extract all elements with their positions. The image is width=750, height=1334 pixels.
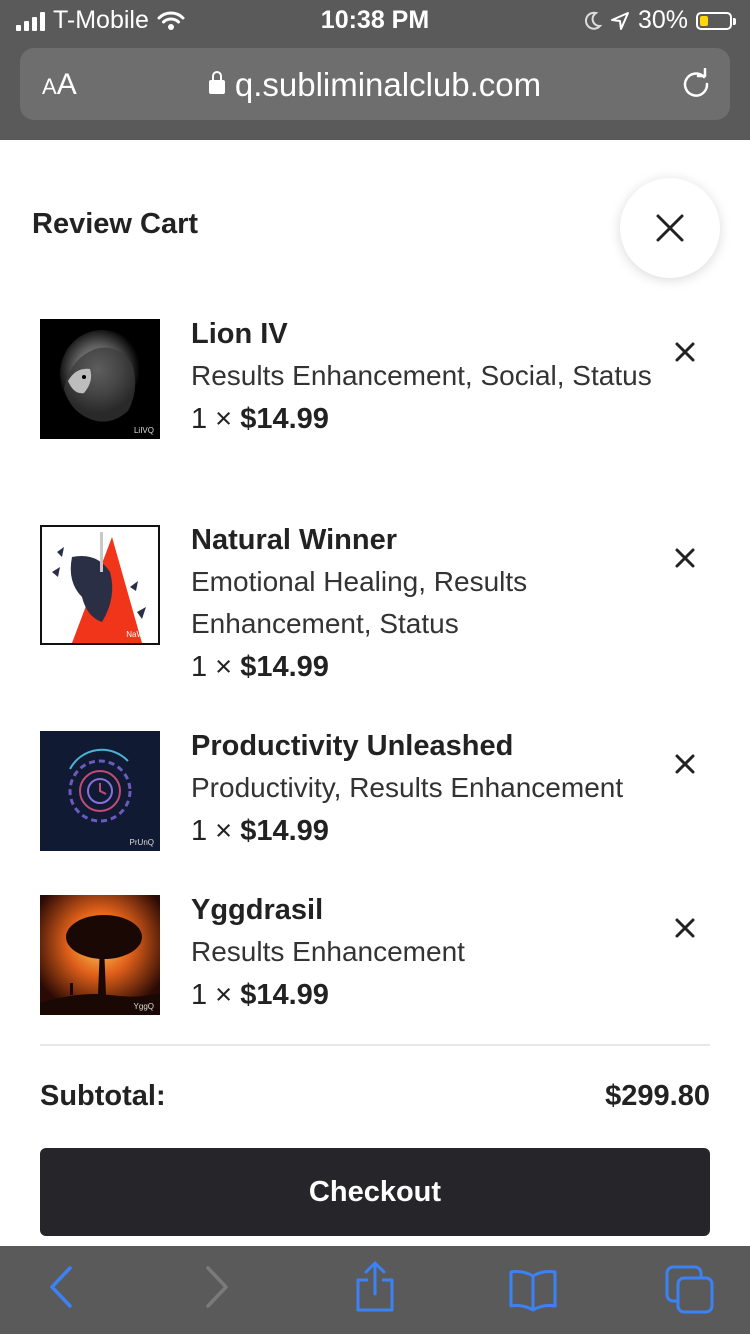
item-categories: Productivity, Results Enhancement: [191, 772, 624, 803]
thumbnail-code: PrUnQ: [129, 838, 154, 847]
product-thumbnail: YggQ: [40, 895, 160, 1015]
thumbnail-code: NaWiQ: [126, 630, 152, 639]
divider: [40, 1044, 710, 1046]
item-categories: Results Enhancement, Social, Status: [191, 360, 652, 391]
checkout-button[interactable]: Checkout: [40, 1148, 710, 1236]
item-name[interactable]: Productivity Unleashed: [191, 729, 671, 763]
item-price: 1 × $14.99: [191, 651, 329, 683]
item-price: 1 × $14.99: [191, 403, 329, 435]
cart-item: PrUnQ Productivity Unleashed Productivit…: [40, 729, 710, 861]
lock-icon: [208, 71, 225, 94]
lion-artwork: [60, 330, 144, 422]
book-icon[interactable]: [508, 1268, 558, 1312]
tree-artwork: [40, 895, 160, 1015]
chevron-right-icon[interactable]: [202, 1264, 232, 1310]
item-categories: Results Enhancement: [191, 936, 465, 967]
battery-percent: 30%: [637, 6, 688, 34]
thumbnail-code: LiIVQ: [133, 426, 154, 435]
item-info: Productivity Unleashed Productivity, Res…: [191, 729, 671, 851]
remove-item-button[interactable]: [672, 751, 698, 777]
item-price: 1 × $14.99: [191, 979, 329, 1011]
item-name[interactable]: Yggdrasil: [191, 893, 671, 927]
item-name[interactable]: Natural Winner: [191, 523, 671, 557]
browser-header: AA q.subliminalclub.com: [0, 40, 750, 140]
browser-toolbar: [0, 1246, 750, 1334]
subtotal-label: Subtotal:: [40, 1080, 166, 1112]
product-thumbnail: NaWiQ: [40, 525, 160, 645]
location-icon: [610, 11, 629, 30]
item-info: Lion IV Results Enhancement, Social, Sta…: [191, 317, 671, 439]
close-cart-button[interactable]: [620, 178, 720, 278]
battery-fill: [700, 15, 708, 26]
product-thumbnail: LiIVQ: [40, 319, 160, 439]
gear-clock-artwork: [68, 748, 132, 823]
battery-icon: [696, 11, 736, 30]
thumbnail-code: YggQ: [133, 1002, 154, 1011]
cart-item: YggQ Yggdrasil Results Enhancement 1 × $…: [40, 893, 710, 1025]
page-title: Review Cart: [32, 208, 199, 240]
product-thumbnail: PrUnQ: [40, 731, 160, 851]
url-text: q.subliminalclub.com: [234, 66, 542, 103]
share-icon[interactable]: [354, 1260, 396, 1314]
item-price: 1 × $14.99: [191, 815, 329, 847]
remove-item-button[interactable]: [672, 339, 698, 365]
item-info: Natural Winner Emotional Healing, Result…: [191, 523, 671, 687]
item-name[interactable]: Lion IV: [191, 317, 671, 351]
chevron-left-icon[interactable]: [46, 1264, 76, 1310]
address-bar[interactable]: AA q.subliminalclub.com: [20, 48, 730, 120]
cart-item: LiIVQ Lion IV Results Enhancement, Socia…: [40, 317, 710, 489]
cart-item: NaWiQ Natural Winner Emotional Healing, …: [40, 523, 710, 695]
close-icon: [656, 214, 684, 242]
reload-icon[interactable]: [680, 68, 712, 100]
moon-icon: [584, 11, 602, 30]
tabs-icon[interactable]: [664, 1264, 716, 1316]
item-info: Yggdrasil Results Enhancement 1 × $14.99: [191, 893, 671, 1015]
status-right: 30%: [584, 6, 736, 35]
winner-artwork: [52, 532, 146, 643]
remove-item-button[interactable]: [672, 915, 698, 941]
item-categories: Emotional Healing, Results Enhancement, …: [191, 566, 528, 639]
subtotal-value: $299.80: [605, 1080, 710, 1112]
remove-item-button[interactable]: [672, 545, 698, 571]
status-bar: T-Mobile 10:38 PM 30%: [0, 0, 750, 40]
url-display[interactable]: q.subliminalclub.com: [20, 66, 730, 104]
